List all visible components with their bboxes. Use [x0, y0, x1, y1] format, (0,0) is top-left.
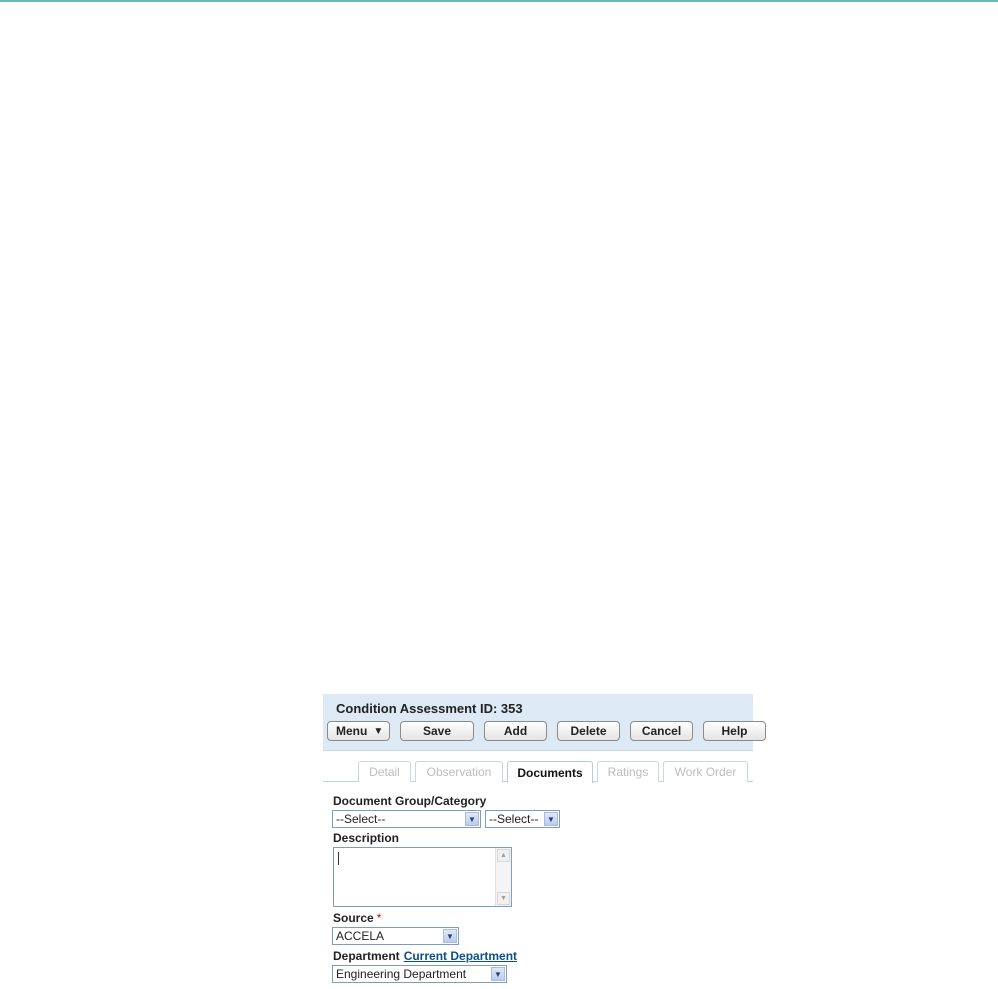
current-department-link[interactable]: Current Department	[404, 949, 517, 963]
delete-button[interactable]: Delete	[557, 721, 620, 741]
menu-button[interactable]: Menu ▼	[327, 721, 390, 741]
source-value: ACCELA	[336, 929, 385, 943]
tab-detail[interactable]: Detail	[358, 761, 411, 782]
document-category-value: --Select--	[489, 812, 539, 826]
page-title: Condition Assessment ID: 353	[336, 701, 523, 716]
menu-button-label: Menu	[336, 724, 368, 738]
chevron-down-icon: ▼	[491, 967, 505, 981]
chevron-down-icon: ▼	[544, 812, 558, 826]
toolbar: Menu ▼ Save Add Delete Cancel Help	[327, 721, 766, 743]
cancel-button[interactable]: Cancel	[630, 721, 693, 741]
scroll-up-icon[interactable]: ▲	[497, 849, 510, 862]
tab-ratings[interactable]: Ratings	[597, 761, 659, 782]
description-label: Description	[333, 831, 400, 845]
source-label-text: Source	[333, 911, 374, 925]
tab-strip: Detail Observation Documents Ratings Wor…	[358, 761, 748, 783]
source-label: Source *	[333, 911, 381, 925]
text-cursor	[338, 852, 339, 865]
double-chevron-down-icon: ▼	[373, 725, 384, 737]
tab-work-order[interactable]: Work Order	[663, 761, 748, 782]
condition-assessment-panel: Condition Assessment ID: 353 Menu ▼ Save…	[323, 694, 766, 989]
panel-header: Condition Assessment ID: 353 Menu ▼ Save…	[323, 694, 766, 751]
required-marker: *	[376, 911, 382, 925]
document-category-select[interactable]: --Select-- ▼	[485, 810, 560, 828]
department-label-text: Department	[333, 949, 400, 963]
scroll-down-icon[interactable]: ▼	[497, 892, 510, 905]
document-group-category-label: Document Group/Category	[333, 794, 487, 808]
top-divider	[0, 0, 998, 2]
chevron-down-icon: ▼	[465, 812, 479, 826]
source-select[interactable]: ACCELA ▼	[332, 927, 459, 945]
department-value: Engineering Department	[336, 967, 467, 981]
department-label: Department Current Department	[333, 949, 517, 963]
save-button[interactable]: Save	[400, 721, 474, 741]
tab-documents[interactable]: Documents	[507, 761, 593, 783]
document-group-select[interactable]: --Select-- ▼	[332, 810, 481, 828]
tab-observation[interactable]: Observation	[415, 761, 503, 782]
description-scrollbar[interactable]: ▲ ▼	[495, 848, 511, 906]
department-select[interactable]: Engineering Department ▼	[332, 965, 507, 983]
help-button[interactable]: Help	[703, 721, 766, 741]
description-textarea[interactable]: ▲ ▼	[333, 847, 512, 907]
chevron-down-icon: ▼	[443, 929, 457, 943]
add-button[interactable]: Add	[484, 721, 547, 741]
document-group-value: --Select--	[336, 812, 386, 826]
